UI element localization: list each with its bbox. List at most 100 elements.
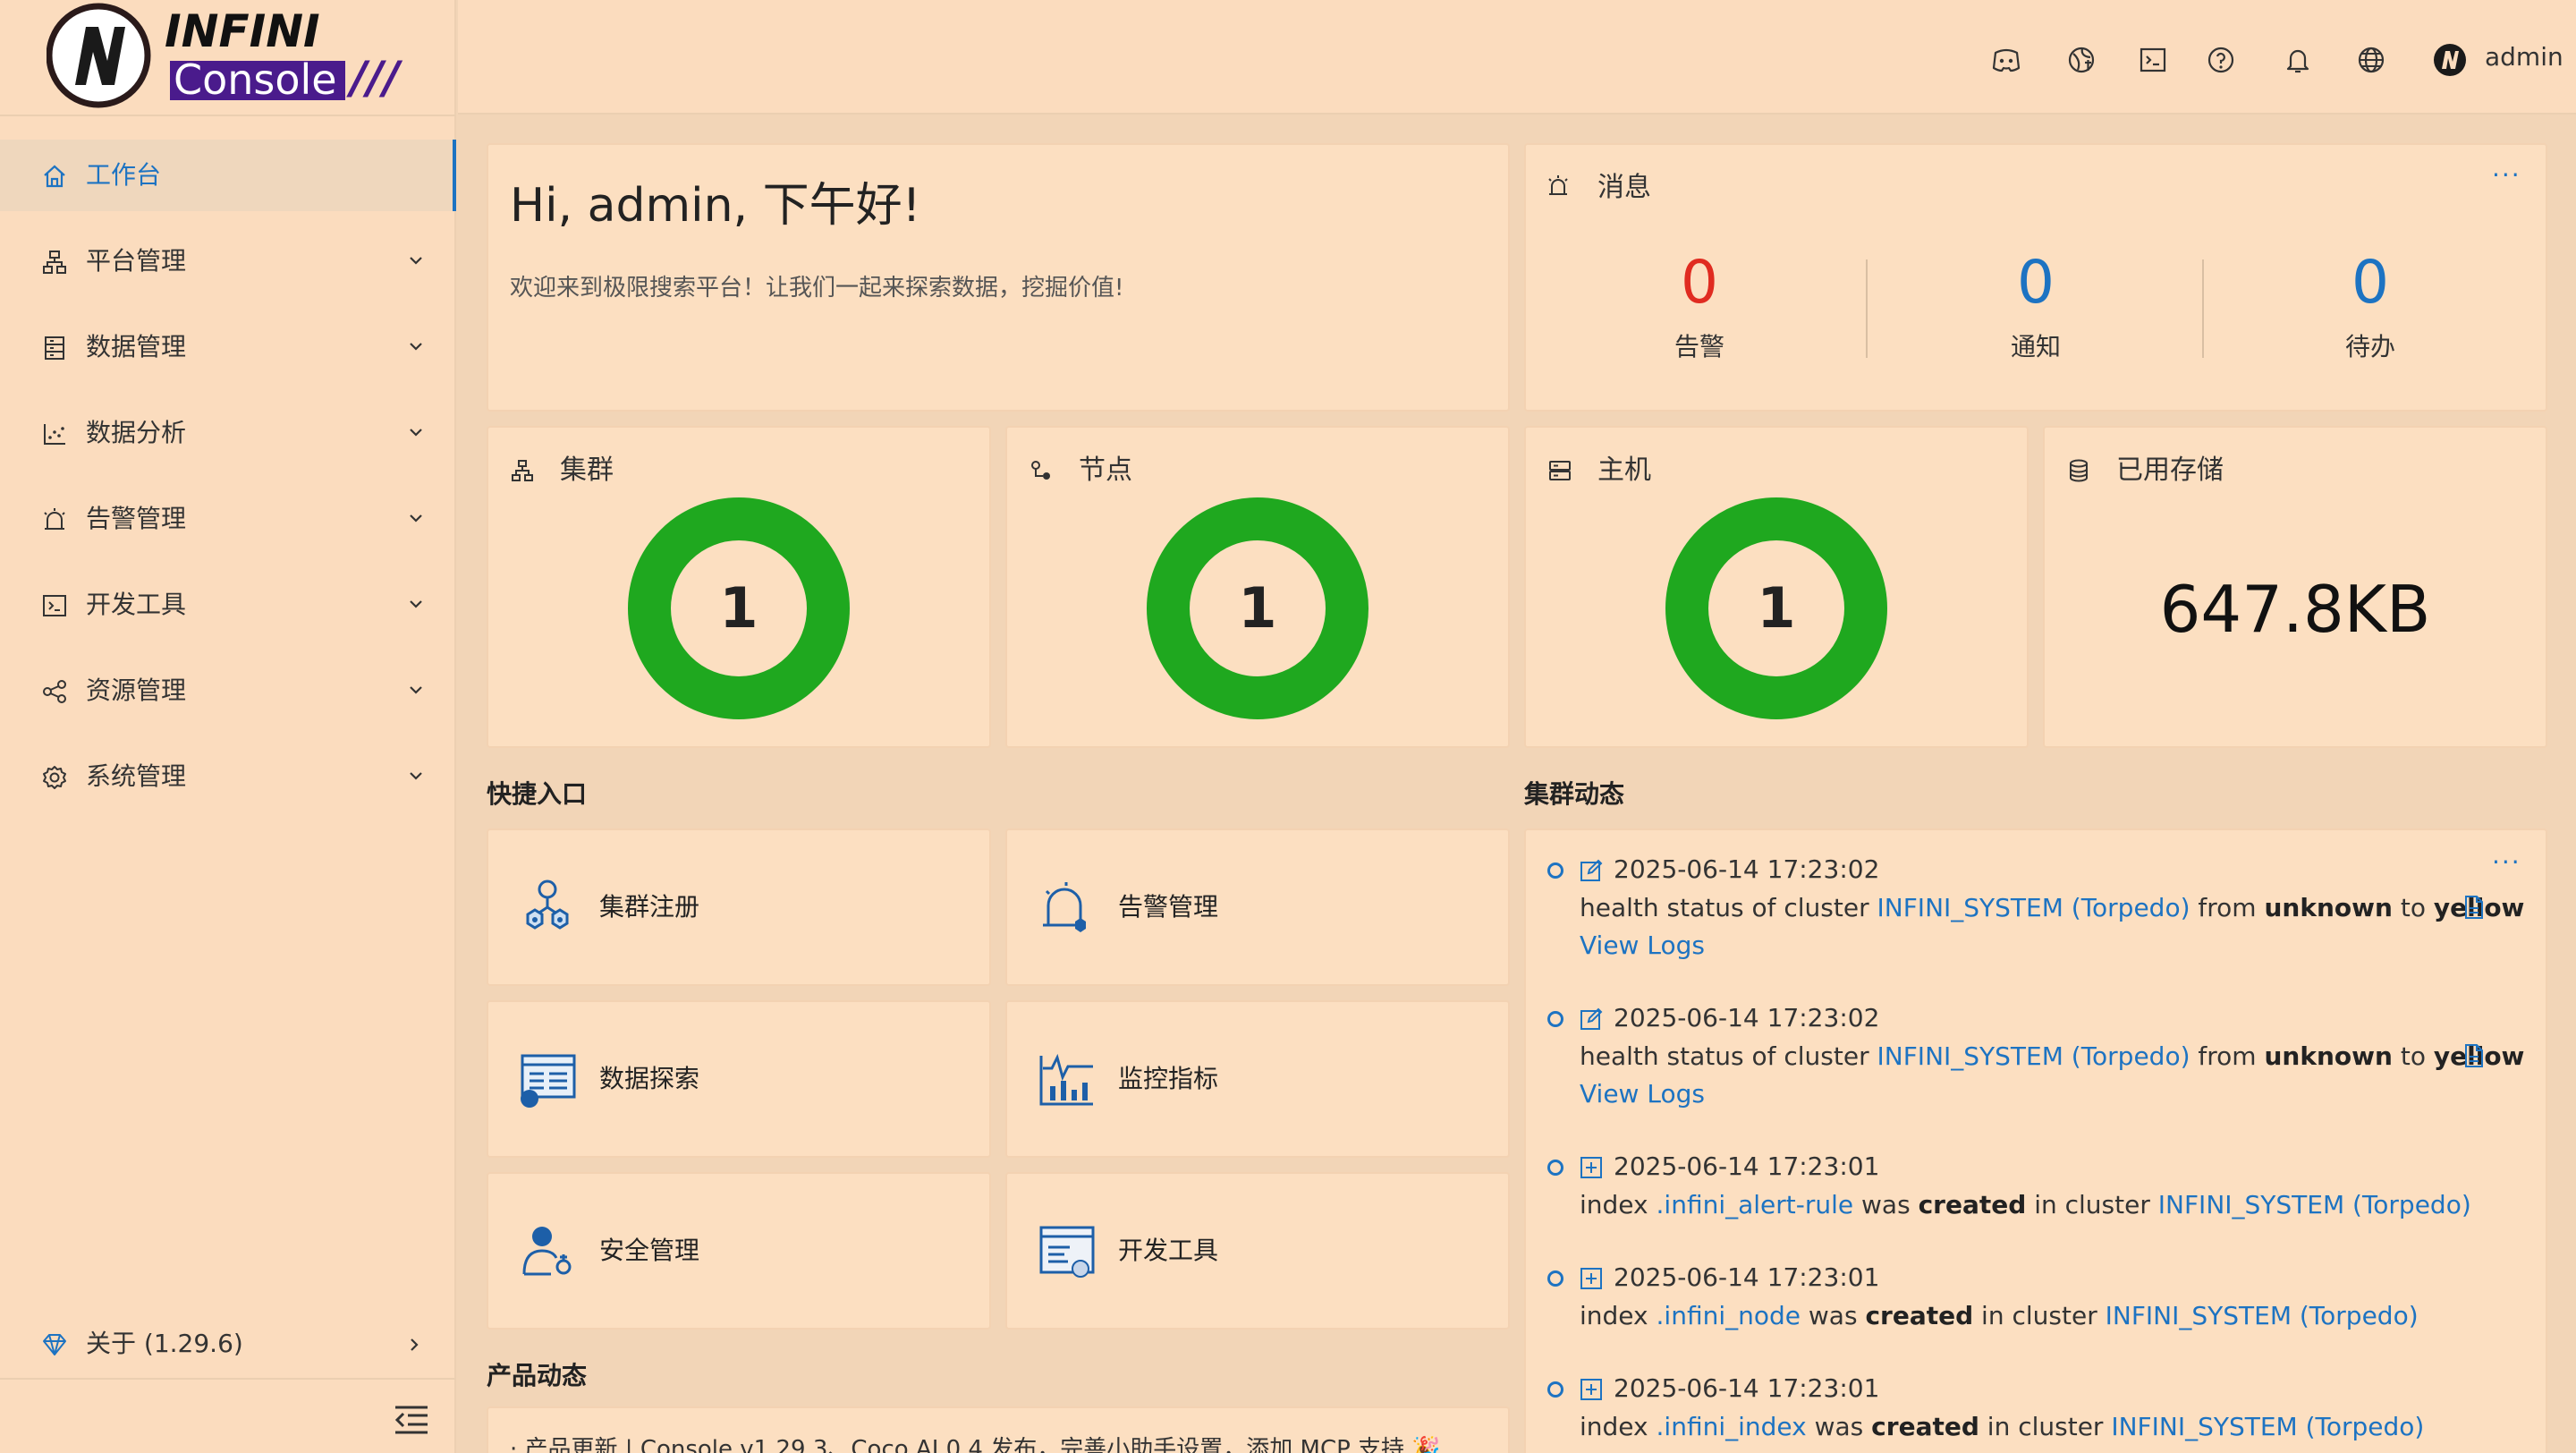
database-icon (45, 336, 64, 360)
event-time: 2025-06-14 17:23:01 (1614, 1373, 1880, 1403)
brand-logo[interactable]: INFINI Console /// (47, 0, 404, 115)
sidebar-item-alerts[interactable]: 告警管理 (0, 483, 456, 555)
index-link[interactable]: .infini_alert-rule (1657, 1190, 1854, 1219)
index-link[interactable]: .infini_index (1657, 1412, 1807, 1441)
chevron-right-icon (411, 1338, 419, 1351)
bell-icon[interactable] (2283, 45, 2313, 75)
data-explore-icon (521, 1054, 576, 1108)
quick-item-label: 数据探索 (599, 1064, 700, 1093)
cluster-link[interactable]: INFINI_SYSTEM (Torpedo) (1877, 893, 2190, 922)
quick-item-cluster-register[interactable]: 集群注册 (487, 828, 991, 986)
sidebar-item-devtools[interactable]: 开发工具 (0, 569, 456, 641)
brand-line2: Console (174, 55, 337, 104)
sidebar-item-label: 系统管理 (86, 761, 187, 791)
event-time: 2025-06-14 17:23:01 (1614, 1262, 1880, 1292)
security-icon (522, 1227, 572, 1276)
edit-icon (1580, 1007, 1603, 1030)
plus-square-icon (1580, 1268, 1602, 1289)
discord-icon[interactable] (1991, 45, 2021, 75)
quick-item-dev-tools[interactable]: 开发工具 (1005, 1172, 1510, 1330)
more-icon[interactable]: ··· (2492, 850, 2521, 875)
sidebar-item-data-manage[interactable]: 数据管理 (0, 311, 456, 383)
event-time: 2025-06-14 17:23:02 (1614, 1003, 1880, 1032)
dev-tools-icon (1039, 1226, 1095, 1278)
view-logs-link[interactable]: View Logs (1580, 1075, 1705, 1113)
quick-item-label: 开发工具 (1118, 1236, 1219, 1265)
sidebar-item-resources[interactable]: 资源管理 (0, 655, 456, 726)
cluster-link[interactable]: INFINI_SYSTEM (Torpedo) (2111, 1412, 2424, 1441)
sidebar-item-label: 工作台 (86, 160, 162, 190)
user-name[interactable]: admin (2485, 39, 2563, 75)
alarm-icon (1548, 175, 1568, 195)
cluster-link[interactable]: INFINI_SYSTEM (Torpedo) (2106, 1301, 2419, 1330)
home-icon (44, 165, 65, 188)
node-count: 1 (1238, 575, 1277, 641)
edit-icon (1580, 859, 1603, 881)
chevron-down-icon (410, 686, 422, 694)
globe-icon[interactable] (2356, 45, 2386, 75)
todo-count[interactable]: 0 (2281, 247, 2460, 319)
timeline-dot (1547, 1381, 1563, 1398)
timeline-dot (1547, 1160, 1563, 1176)
quick-item-monitor-metrics[interactable]: 监控指标 (1005, 1000, 1510, 1158)
terminal-icon[interactable] (2138, 45, 2168, 75)
event-time: 2025-06-14 17:23:02 (1614, 854, 1880, 884)
node-title: 节点 (1079, 455, 1132, 486)
greeting-subtitle: 欢迎来到极限搜索平台！让我们一起来探索数据，挖掘价值! (510, 275, 1124, 302)
document-icon[interactable] (2463, 895, 2485, 920)
event-message: health status of cluster INFINI_SYSTEM (… (1580, 893, 2525, 922)
cluster-count: 1 (719, 575, 758, 641)
quick-item-security[interactable]: 安全管理 (487, 1172, 991, 1330)
document-icon[interactable] (2463, 1043, 2485, 1068)
gear-icon (43, 766, 66, 789)
notice-label: 通知 (2010, 332, 2061, 361)
bot-icon[interactable] (2066, 45, 2097, 75)
cluster-title: 集群 (560, 455, 614, 486)
sidebar-item-label: 数据管理 (86, 332, 187, 361)
todo-label: 待办 (2344, 332, 2395, 361)
server-icon (1549, 461, 1571, 480)
quick-item-data-explore[interactable]: 数据探索 (487, 1000, 991, 1158)
about-version[interactable]: 关于 (1.29.6) (0, 1313, 456, 1376)
storage-title: 已用存储 (2116, 455, 2224, 486)
alarm-icon (44, 508, 65, 530)
timeline-dot (1547, 1011, 1563, 1027)
event-message: index .infini_index was created in clust… (1580, 1412, 2425, 1441)
chevron-down-icon (410, 772, 422, 780)
chevron-down-icon (410, 429, 422, 437)
view-logs-link[interactable]: View Logs (1580, 927, 1705, 964)
alert-label: 告警 (1674, 332, 1724, 361)
quick-item-alert-manage[interactable]: 告警管理 (1005, 828, 1510, 986)
product-news-item[interactable]: · 产品更新 | Console v1.29.3、Coco AI 0.4 发布，… (510, 1432, 1441, 1453)
chevron-down-icon (410, 514, 422, 523)
sidebar-item-system[interactable]: 系统管理 (0, 741, 456, 812)
sidebar-item-platform[interactable]: 平台管理 (0, 225, 456, 297)
cluster-link[interactable]: INFINI_SYSTEM (Torpedo) (2158, 1190, 2471, 1219)
chevron-down-icon (410, 600, 422, 608)
quick-item-label: 集群注册 (599, 892, 700, 922)
divider (1866, 259, 1868, 358)
storage-icon (2070, 459, 2088, 482)
alert-count[interactable]: 0 (1610, 247, 1789, 319)
quick-item-label: 监控指标 (1118, 1064, 1219, 1093)
menu-fold-icon[interactable] (394, 1405, 429, 1435)
sidebar-item-workbench[interactable]: 工作台 (0, 140, 456, 211)
avatar[interactable] (2433, 43, 2467, 77)
sidebar-item-label: 数据分析 (86, 418, 187, 447)
storage-value: 647.8KB (2159, 572, 2431, 647)
cluster-link[interactable]: INFINI_SYSTEM (Torpedo) (1877, 1041, 2190, 1071)
sidebar-divider (0, 1378, 456, 1380)
notice-count[interactable]: 0 (1946, 247, 2125, 319)
diamond-icon (43, 1334, 66, 1355)
event-message: index .infini_node was created in cluste… (1580, 1301, 2419, 1330)
greeting-title: Hi, admin, 下午好! (510, 179, 921, 233)
timeline-dot (1547, 1270, 1563, 1287)
terminal-icon (43, 595, 66, 616)
sidebar-item-data-analysis[interactable]: 数据分析 (0, 397, 456, 469)
sidebar-item-label: 开发工具 (86, 590, 187, 619)
help-icon[interactable] (2206, 45, 2236, 75)
platform-icon (43, 251, 66, 274)
index-link[interactable]: .infini_node (1657, 1301, 1801, 1330)
more-icon[interactable]: ··· (2492, 163, 2521, 188)
quick-item-label: 告警管理 (1118, 892, 1219, 922)
